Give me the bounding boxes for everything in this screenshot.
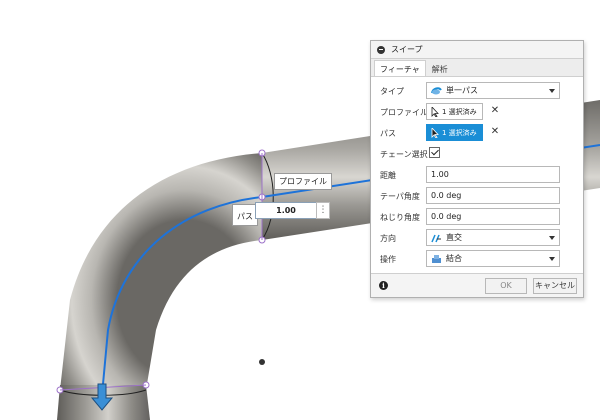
profile-canvas-label: プロファイル [274, 173, 332, 190]
type-label: タイプ [380, 87, 404, 96]
row-profile: プロファイル 1 選択済み ✕ [371, 101, 583, 122]
perpendicular-icon [431, 234, 441, 242]
profile-selection-value: 1 選択済み [442, 107, 477, 116]
info-icon[interactable]: i [379, 281, 388, 290]
cancel-button[interactable]: キャンセル [533, 278, 577, 294]
twist-label: ねじり角度 [380, 213, 420, 222]
row-twist: ねじり角度 0.0 deg [371, 206, 583, 227]
distance-label: 距離 [380, 171, 396, 180]
operation-value: 結合 [446, 254, 462, 263]
orientation-dropdown[interactable]: 直交 [426, 229, 560, 246]
chevron-down-icon [549, 236, 555, 240]
operation-label: 操作 [380, 255, 396, 264]
orientation-value: 直交 [446, 233, 462, 242]
collapse-icon[interactable] [377, 45, 385, 54]
type-value: 単一パス [446, 86, 478, 95]
distance-canvas-input[interactable]: 1.00 [255, 202, 317, 219]
profile-selection-button[interactable]: 1 選択済み [426, 103, 483, 120]
clear-path-icon[interactable]: ✕ [490, 126, 500, 138]
row-operation: 操作 結合 [371, 248, 583, 269]
dialog-footer: i OK キャンセル [371, 273, 583, 297]
row-type: タイプ 単一パス [371, 80, 583, 101]
row-path: パス 1 選択済み ✕ [371, 122, 583, 143]
tab-analysis[interactable]: 解析 [426, 60, 454, 76]
row-taper: テーパ角度 0.0 deg [371, 185, 583, 206]
sweep-dialog: スイープ フィーチャ 解析 タイプ 単一パス プロファイル 1 選択済み ✕ パ… [370, 40, 584, 298]
pipe-bend [60, 153, 262, 390]
path-label: パス [380, 129, 396, 138]
twist-angle-input[interactable]: 0.0 deg [426, 208, 560, 225]
sweep-single-path-icon [431, 86, 442, 94]
chevron-down-icon [549, 257, 555, 261]
operation-dropdown[interactable]: 結合 [426, 250, 560, 267]
more-options-icon[interactable]: ⋮ [316, 202, 330, 219]
clear-profile-icon[interactable]: ✕ [490, 105, 500, 117]
row-orientation: 方向 直交 [371, 227, 583, 248]
type-dropdown[interactable]: 単一パス [426, 82, 560, 99]
row-distance: 距離 1.00 [371, 164, 583, 185]
dialog-tabs: フィーチャ 解析 [371, 59, 583, 77]
dialog-form: タイプ 単一パス プロファイル 1 選択済み ✕ パス 1 選択済み ✕ チェー… [371, 77, 583, 273]
cursor-icon [431, 127, 439, 138]
ok-button[interactable]: OK [485, 278, 527, 294]
path-selection-button[interactable]: 1 選択済み [426, 124, 483, 141]
chevron-down-icon [549, 89, 555, 93]
taper-angle-input[interactable]: 0.0 deg [426, 187, 560, 204]
taper-label: テーパ角度 [380, 192, 420, 201]
orientation-label: 方向 [380, 234, 396, 243]
dialog-title: スイープ [391, 45, 423, 54]
path-selection-value: 1 選択済み [442, 128, 477, 137]
origin-point [259, 359, 265, 365]
join-icon [432, 254, 441, 263]
row-chain: チェーン選択 [371, 143, 583, 164]
distance-input[interactable]: 1.00 [426, 166, 560, 183]
profile-label: プロファイル [380, 108, 428, 117]
dialog-title-bar[interactable]: スイープ [371, 41, 583, 59]
cursor-icon [431, 106, 439, 117]
tab-feature[interactable]: フィーチャ [374, 60, 426, 76]
chain-select-checkbox[interactable] [429, 147, 440, 158]
chain-label: チェーン選択 [380, 150, 428, 159]
